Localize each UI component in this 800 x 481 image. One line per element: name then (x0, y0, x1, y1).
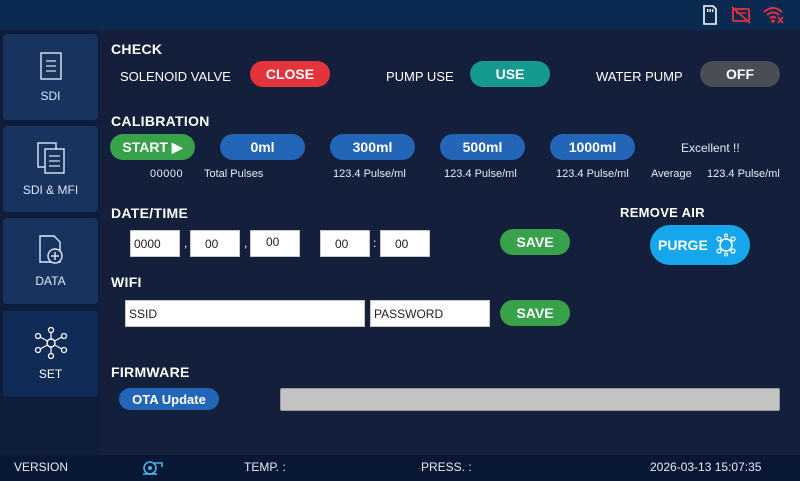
disconnected-icon (730, 5, 752, 25)
pressure-label: PRESS. : (421, 460, 472, 474)
total-pulses-label: Total Pulses (204, 168, 264, 180)
average-label: Average (651, 168, 692, 180)
wifi-title: WIFI (111, 274, 142, 290)
time-separator: : (373, 236, 377, 250)
water-pump-label: WATER PUMP (596, 69, 683, 84)
water-pump-toggle[interactable]: OFF (700, 61, 780, 87)
calibration-0ml-button[interactable]: 0ml (220, 134, 305, 160)
datetime-save-button[interactable]: SAVE (500, 229, 570, 255)
top-bar (0, 0, 800, 30)
purge-label: PURGE (658, 237, 708, 253)
pump-use-label: PUMP USE (386, 69, 454, 84)
solenoid-valve-label: SOLENOID VALVE (120, 69, 231, 84)
sidebar-item-sdi[interactable]: SDI (3, 34, 98, 120)
pulse-reading-300ml: 123.4 Pulse/ml (333, 168, 406, 180)
check-title: CHECK (111, 41, 163, 57)
temperature-label: TEMP. : (244, 460, 286, 474)
version-label: VERSION (14, 460, 69, 474)
remove-air-title: REMOVE AIR (620, 205, 705, 220)
date-separator: , (184, 236, 188, 250)
wifi-save-button[interactable]: SAVE (500, 300, 570, 326)
firmware-title: FIRMWARE (111, 364, 190, 380)
day-field[interactable]: 00 (250, 230, 300, 257)
network-icon (34, 327, 67, 359)
calibration-title: CALIBRATION (111, 113, 210, 129)
documents-icon (36, 142, 65, 174)
total-pulses-value: 00000 (150, 168, 184, 180)
year-field[interactable]: 0000 (130, 230, 180, 257)
minute-field[interactable]: 00 (380, 230, 430, 257)
month-field[interactable]: 00 (190, 230, 240, 257)
ssid-input[interactable]: SSID (125, 300, 365, 327)
wifi-off-icon (762, 5, 784, 25)
average-value: 123.4 Pulse/ml (707, 168, 780, 180)
sidebar: SDI SDI & MFI DATA SET (0, 30, 100, 455)
current-datetime: 2026-03-13 15:07:35 (650, 460, 762, 474)
document-icon (39, 52, 62, 80)
purge-icon (716, 233, 736, 257)
ota-update-button[interactable]: OTA Update (119, 388, 219, 410)
data-add-icon (38, 235, 63, 264)
solenoid-valve-toggle[interactable]: CLOSE (250, 61, 330, 87)
calibration-status: Excellent !! (681, 141, 740, 155)
sidebar-item-data[interactable]: DATA (3, 218, 98, 304)
calibration-1000ml-button[interactable]: 1000ml (550, 134, 635, 160)
pump-use-toggle[interactable]: USE (470, 61, 550, 87)
password-input[interactable]: PASSWORD (370, 300, 490, 327)
sidebar-item-label: SDI & MFI (22, 183, 79, 197)
settings-panel: CHECK SOLENOID VALVE CLOSE PUMP USE USE … (100, 30, 800, 455)
calibration-start-button[interactable]: START ▶ (110, 134, 195, 160)
sidebar-item-set[interactable]: SET (3, 311, 98, 397)
datetime-title: DATE/TIME (111, 205, 189, 221)
sd-card-icon (698, 5, 720, 25)
pulse-reading-500ml: 123.4 Pulse/ml (444, 168, 517, 180)
pulse-reading-1000ml: 123.4 Pulse/ml (556, 168, 629, 180)
status-bar: VERSION TEMP. : PRESS. : 2026-03-13 15:0… (0, 455, 800, 481)
firmware-progress-bar (280, 388, 780, 411)
sidebar-item-label: DATA (35, 274, 66, 288)
calibration-500ml-button[interactable]: 500ml (440, 134, 525, 160)
calibration-300ml-button[interactable]: 300ml (330, 134, 415, 160)
sidebar-item-sdi-mfi[interactable]: SDI & MFI (3, 126, 98, 212)
pump-status-icon (140, 458, 164, 479)
date-separator: , (244, 236, 248, 250)
hour-field[interactable]: 00 (320, 230, 370, 257)
sidebar-item-label: SDI (40, 89, 61, 103)
sidebar-item-label: SET (38, 367, 63, 381)
status-icons (698, 5, 784, 25)
purge-button[interactable]: PURGE (650, 225, 750, 265)
